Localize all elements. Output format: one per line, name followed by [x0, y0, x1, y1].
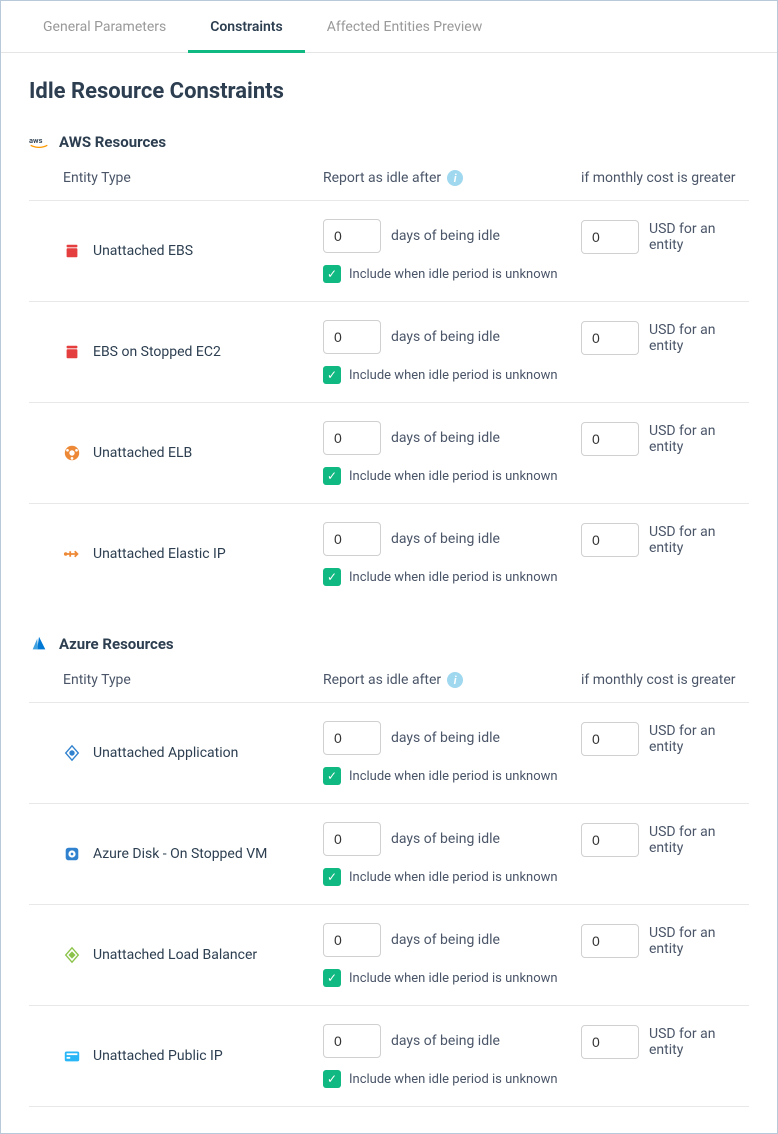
entity-name: Unattached Load Balancer — [93, 947, 257, 963]
entity-icon — [63, 744, 81, 762]
section-header: Azure Resources — [29, 634, 749, 654]
table-row: Unattached EBS days of being idle ✓ Include… — [29, 200, 749, 301]
days-input[interactable] — [323, 822, 381, 856]
table-row: Azure Disk - On Stopped VM days of being … — [29, 803, 749, 904]
days-input[interactable] — [323, 923, 381, 957]
include-label: Include when idle period is unknown — [349, 971, 558, 986]
include-label: Include when idle period is unknown — [349, 469, 558, 484]
cost-label: USD for an entity — [649, 925, 749, 957]
days-label: days of being idle — [391, 831, 500, 847]
tab-affected[interactable]: Affected Entities Preview — [305, 1, 505, 52]
days-label: days of being idle — [391, 430, 500, 446]
table-row: Unattached Elastic IP days of being idle ✓… — [29, 503, 749, 604]
entity-icon — [63, 242, 81, 260]
cost-label: USD for an entity — [649, 723, 749, 755]
days-input[interactable] — [323, 320, 381, 354]
table-row: Unattached Load Balancer days of being id… — [29, 904, 749, 1005]
days-label: days of being idle — [391, 1033, 500, 1049]
include-checkbox[interactable]: ✓ — [323, 265, 341, 283]
entity-name: Unattached ELB — [93, 445, 192, 461]
entity-icon — [63, 545, 81, 563]
cost-label: USD for an entity — [649, 221, 749, 253]
days-input[interactable] — [323, 219, 381, 253]
table-row: Unattached Public IP days of being idle ✓ I… — [29, 1005, 749, 1107]
days-label: days of being idle — [391, 932, 500, 948]
column-cost: if monthly cost is greater — [581, 170, 749, 186]
entity-name: Azure Disk - On Stopped VM — [93, 846, 267, 862]
table-row: EBS on Stopped EC2 days of being idle ✓ Inc… — [29, 301, 749, 402]
include-label: Include when idle period is unknown — [349, 570, 558, 585]
days-label: days of being idle — [391, 228, 500, 244]
entity-name: Unattached EBS — [93, 243, 193, 259]
entity-icon — [63, 444, 81, 462]
include-checkbox[interactable]: ✓ — [323, 1070, 341, 1088]
table-header: Entity TypeReport as idle after iif mont… — [29, 672, 749, 702]
include-label: Include when idle period is unknown — [349, 870, 558, 885]
info-icon[interactable]: i — [447, 170, 463, 186]
include-checkbox[interactable]: ✓ — [323, 366, 341, 384]
section-title: Azure Resources — [59, 635, 174, 653]
days-label: days of being idle — [391, 531, 500, 547]
cost-label: USD for an entity — [649, 824, 749, 856]
azure-icon — [29, 634, 49, 654]
table-header: Entity TypeReport as idle after iif mont… — [29, 170, 749, 200]
cost-label: USD for an entity — [649, 1026, 749, 1058]
days-label: days of being idle — [391, 329, 500, 345]
entity-icon — [63, 1047, 81, 1065]
entity-name: Unattached Elastic IP — [93, 546, 226, 562]
cost-input[interactable] — [581, 924, 639, 958]
table-row: Unattached Application days of being idle… — [29, 702, 749, 803]
include-checkbox[interactable]: ✓ — [323, 969, 341, 987]
cost-input[interactable] — [581, 422, 639, 456]
include-label: Include when idle period is unknown — [349, 267, 558, 282]
entity-icon — [63, 946, 81, 964]
tab-general[interactable]: General Parameters — [21, 1, 188, 52]
info-icon[interactable]: i — [447, 672, 463, 688]
days-input[interactable] — [323, 522, 381, 556]
column-idle: Report as idle after i — [323, 170, 581, 186]
days-input[interactable] — [323, 721, 381, 755]
cost-label: USD for an entity — [649, 423, 749, 455]
column-cost: if monthly cost is greater — [581, 672, 749, 688]
entity-name: Unattached Public IP — [93, 1048, 223, 1064]
entity-name: EBS on Stopped EC2 — [93, 344, 221, 360]
cost-input[interactable] — [581, 1025, 639, 1059]
tab-constraints[interactable]: Constraints — [188, 1, 304, 52]
page-title: Idle Resource Constraints — [29, 79, 749, 104]
section-header: aws AWS Resources — [29, 132, 749, 152]
cost-label: USD for an entity — [649, 322, 749, 354]
include-label: Include when idle period is unknown — [349, 769, 558, 784]
days-label: days of being idle — [391, 730, 500, 746]
entity-name: Unattached Application — [93, 745, 238, 761]
cost-input[interactable] — [581, 220, 639, 254]
include-label: Include when idle period is unknown — [349, 368, 558, 383]
cost-input[interactable] — [581, 523, 639, 557]
include-label: Include when idle period is unknown — [349, 1072, 558, 1087]
column-idle: Report as idle after i — [323, 672, 581, 688]
column-entity: Entity Type — [63, 170, 323, 186]
cost-input[interactable] — [581, 321, 639, 355]
include-checkbox[interactable]: ✓ — [323, 767, 341, 785]
include-checkbox[interactable]: ✓ — [323, 467, 341, 485]
entity-icon — [63, 845, 81, 863]
cost-input[interactable] — [581, 722, 639, 756]
aws-icon: aws — [29, 132, 49, 152]
cost-label: USD for an entity — [649, 524, 749, 556]
table-row: Unattached ELB days of being idle ✓ Include… — [29, 402, 749, 503]
include-checkbox[interactable]: ✓ — [323, 568, 341, 586]
days-input[interactable] — [323, 421, 381, 455]
svg-text:aws: aws — [29, 136, 43, 145]
cost-input[interactable] — [581, 823, 639, 857]
section-title: AWS Resources — [59, 133, 166, 151]
include-checkbox[interactable]: ✓ — [323, 868, 341, 886]
entity-icon — [63, 343, 81, 361]
tabs-bar: General Parameters Constraints Affected … — [1, 1, 777, 53]
column-entity: Entity Type — [63, 672, 323, 688]
